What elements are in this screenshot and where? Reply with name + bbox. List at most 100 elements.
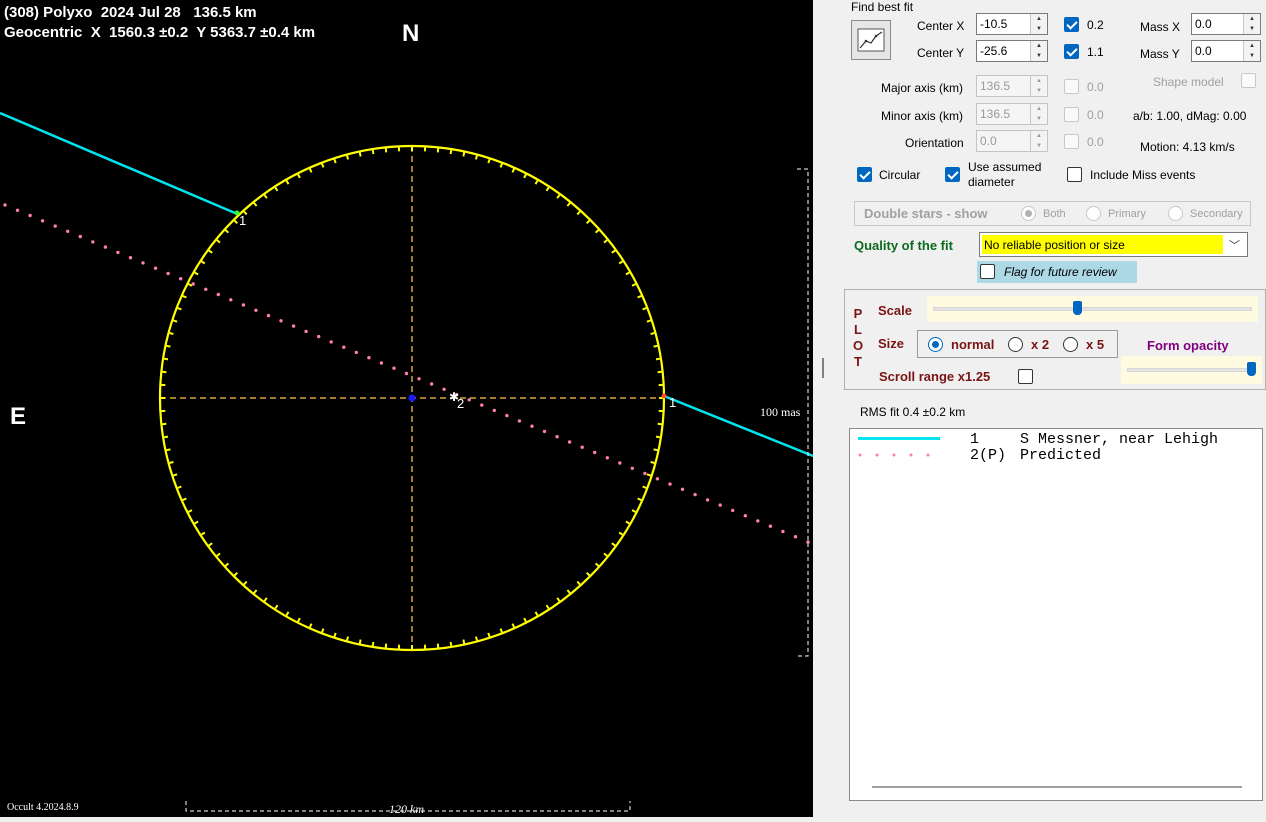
- predicted-chord-dot: [53, 224, 57, 228]
- profile-tick: [297, 617, 301, 623]
- predicted-chord-dot: [342, 345, 346, 349]
- mass-y-spinner[interactable]: ▲ ▼: [1243, 41, 1260, 61]
- center-x-spinner[interactable]: ▲ ▼: [1030, 14, 1047, 34]
- predicted-chord-dot: [442, 387, 446, 391]
- size-x5-radio[interactable]: [1063, 337, 1078, 352]
- rms-fit-label: RMS fit 0.4 ±0.2 km: [860, 405, 966, 419]
- minor-axis-checkbox[interactable]: [1064, 107, 1079, 122]
- circular-checkbox[interactable]: [857, 167, 872, 182]
- profile-tick: [487, 158, 491, 164]
- profile-tick: [169, 460, 174, 464]
- major-axis-input[interactable]: 136.5 ▲ ▼: [976, 75, 1048, 97]
- legend-name-2: Predicted: [1020, 447, 1102, 464]
- scale-slider[interactable]: [927, 296, 1258, 322]
- profile-tick: [243, 580, 248, 586]
- mass-x-input[interactable]: 0.0 ▲ ▼: [1191, 13, 1261, 35]
- center-y-checkbox[interactable]: [1064, 44, 1079, 59]
- legend-num-1: 1: [970, 431, 980, 448]
- occultation-plot[interactable]: ✱ (308) Polyxo 2024 Jul 28 136.5 km Geoc…: [0, 0, 813, 817]
- profile-tick: [333, 632, 337, 638]
- predicted-chord-dot: [103, 245, 108, 249]
- profile-tick: [200, 260, 206, 265]
- observer-legend-list[interactable]: 1 S Messner, near Lehigh 2(P) Predicted: [849, 428, 1263, 801]
- chart-fit-icon: [857, 28, 885, 52]
- mass-y-input[interactable]: 0.0 ▲ ▼: [1191, 40, 1261, 62]
- include-miss-checkbox[interactable]: [1067, 167, 1082, 182]
- legend-name-1: S Messner, near Lehigh: [1020, 431, 1219, 448]
- size-x2-radio[interactable]: [1008, 337, 1023, 352]
- center-y-label: Center Y: [917, 46, 965, 60]
- legend-num-2: 2(P): [970, 447, 1007, 464]
- orientation-spinner[interactable]: ▲ ▼: [1030, 131, 1047, 151]
- opacity-slider[interactable]: [1121, 356, 1262, 384]
- profile-center-dot: [408, 394, 416, 402]
- profile-tick: [462, 639, 466, 644]
- predicted-chord-dot: [392, 366, 396, 370]
- shape-model-checkbox[interactable]: [1241, 73, 1256, 88]
- minor-axis-input[interactable]: 136.5 ▲ ▼: [976, 103, 1048, 125]
- profile-tick: [594, 562, 600, 567]
- scale-slider-thumb[interactable]: [1072, 301, 1082, 315]
- flag-review-checkbox[interactable]: [980, 264, 995, 279]
- quality-value: No reliable position or size: [984, 238, 1125, 252]
- double-secondary-radio[interactable]: [1168, 206, 1183, 221]
- double-both-radio[interactable]: [1021, 206, 1036, 221]
- find-best-fit-button[interactable]: [851, 20, 891, 60]
- chord-label-2: 2: [457, 396, 465, 411]
- profile-tick: [576, 580, 581, 586]
- horizontal-scrollbar[interactable]: [872, 786, 1242, 788]
- major-axis-checkbox[interactable]: [1064, 79, 1079, 94]
- scroll-range-label: Scroll range x1.25: [879, 369, 991, 384]
- orientation-weight: 0.0: [1087, 135, 1104, 149]
- predicted-chord-dot: [680, 487, 685, 491]
- predicted-chord-dot: [655, 477, 660, 481]
- profile-tick: [618, 531, 624, 536]
- double-primary-radio[interactable]: [1086, 206, 1101, 221]
- opacity-slider-thumb[interactable]: [1247, 362, 1256, 376]
- profile-tick: [169, 332, 174, 336]
- profile-tick: [194, 520, 199, 525]
- center-y-spinner[interactable]: ▲ ▼: [1030, 41, 1047, 61]
- profile-tick: [646, 473, 652, 477]
- predicted-chord-dot: [542, 429, 547, 434]
- profile-tick: [474, 155, 478, 160]
- profile-tick: [534, 611, 539, 616]
- center-y-input[interactable]: -25.6 ▲ ▼: [976, 40, 1048, 62]
- profile-tick: [655, 357, 661, 361]
- center-x-checkbox[interactable]: [1064, 17, 1079, 32]
- profile-tick: [182, 294, 187, 299]
- major-axis-spinner[interactable]: ▲ ▼: [1030, 76, 1047, 96]
- quality-select[interactable]: No reliable position or size ﹀: [979, 232, 1248, 257]
- predicted-chord-dot: [643, 471, 647, 476]
- scale-slider-track: [933, 307, 1252, 311]
- profile-tick: [637, 497, 642, 502]
- center-x-input[interactable]: -10.5 ▲ ▼: [976, 13, 1048, 35]
- orientation-input[interactable]: 0.0 ▲ ▼: [976, 130, 1048, 152]
- predicted-chord-dot: [128, 256, 133, 260]
- minor-axis-spinner[interactable]: ▲ ▼: [1030, 104, 1047, 124]
- predicted-chord-dot: [216, 292, 220, 297]
- profile-tick: [511, 168, 516, 173]
- mass-x-spinner[interactable]: ▲ ▼: [1243, 14, 1260, 34]
- panel-splitter[interactable]: [822, 358, 824, 378]
- profile-tick: [474, 636, 478, 641]
- mass-y-label: Mass Y: [1140, 47, 1180, 61]
- predicted-chord-dot: [241, 303, 246, 307]
- profile-tick: [611, 542, 616, 547]
- profile-tick: [187, 283, 193, 287]
- predicted-chord-dot: [15, 208, 20, 212]
- profile-tick: [618, 260, 624, 265]
- size-normal-radio[interactable]: [928, 337, 943, 352]
- profile-tick: [172, 319, 178, 323]
- profile-tick: [177, 485, 182, 489]
- profile-tick: [224, 229, 230, 234]
- profile-tick: [253, 202, 258, 207]
- profile-tick: [233, 571, 239, 577]
- predicted-chord-dot: [354, 350, 358, 355]
- orientation-checkbox[interactable]: [1064, 134, 1079, 149]
- profile-tick: [625, 271, 630, 276]
- scroll-range-checkbox[interactable]: [1018, 369, 1033, 384]
- predicted-chord-dot: [166, 271, 170, 276]
- size-x2-label: x 2: [1031, 337, 1050, 352]
- use-assumed-diameter-checkbox[interactable]: [945, 167, 960, 182]
